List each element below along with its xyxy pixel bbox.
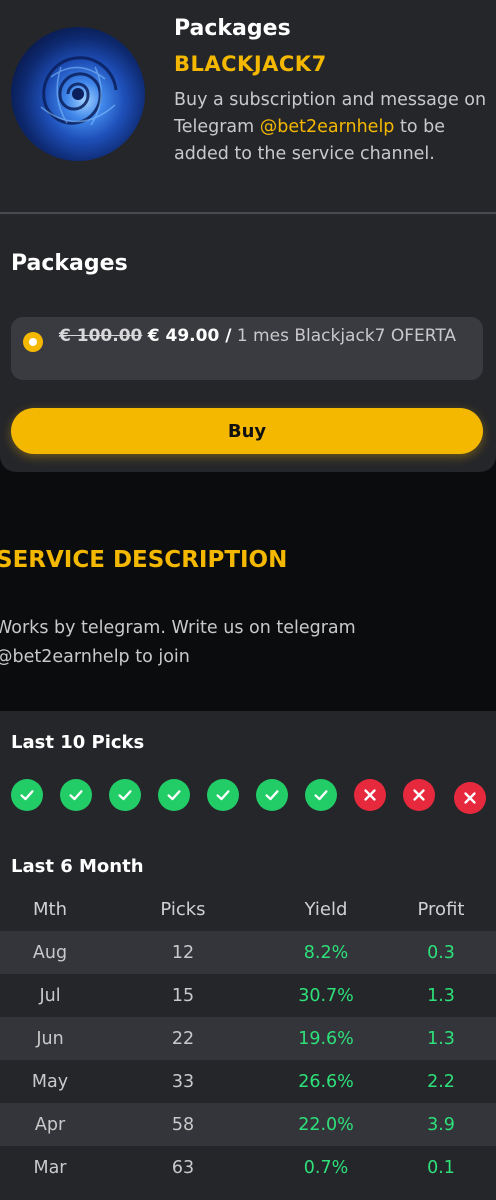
cell-yield: 22.0% bbox=[266, 1103, 386, 1146]
service-code: BLACKJACK7 bbox=[174, 52, 327, 76]
pick-loss-icon bbox=[354, 779, 386, 811]
cell-picks: 22 bbox=[100, 1017, 266, 1060]
header-description: Buy a subscription and message on Telegr… bbox=[174, 87, 490, 168]
table-row: May 33 26.6% 2.2 bbox=[0, 1060, 496, 1103]
cell-picks: 63 bbox=[171, 1157, 195, 1178]
pick-loss-icon bbox=[403, 779, 435, 811]
telegram-handle-link[interactable]: @bet2earnhelp bbox=[260, 117, 395, 137]
cell-yield: 19.6% bbox=[266, 1017, 386, 1060]
stats-card: Last 10 Picks Last 6 Month Mth Picks Yie… bbox=[0, 711, 496, 1200]
blue-rose-image bbox=[40, 56, 118, 126]
header-yield: Yield bbox=[304, 898, 348, 920]
table-row: Aug 12 8.2% 0.3 bbox=[0, 931, 496, 974]
packages-card: Packages € 100.00 € 49.00 / 1 mes Blackj… bbox=[0, 214, 496, 472]
table-row: Jun 22 19.6% 1.3 bbox=[0, 1017, 496, 1060]
cell-profit: 1.3 bbox=[386, 1017, 496, 1060]
last-picks-title: Last 10 Picks bbox=[11, 732, 145, 753]
cell-mth: Aug bbox=[0, 931, 100, 974]
cell-profit: 0.3 bbox=[386, 931, 496, 974]
buy-button[interactable]: Buy bbox=[11, 408, 483, 454]
service-header: Packages BLACKJACK7 Buy a subscription a… bbox=[0, 0, 496, 212]
cell-yield: 8.2% bbox=[266, 931, 386, 974]
table-row: Jul 15 30.7% 1.3 bbox=[0, 974, 496, 1017]
cell-mth: Apr bbox=[0, 1103, 100, 1146]
pick-win-icon bbox=[256, 779, 288, 811]
package-option-text: € 100.00 € 49.00 / 1 mes Blackjack7 OFER… bbox=[59, 324, 469, 349]
table-header-row: Mth Picks Yield Profit bbox=[0, 887, 496, 931]
pick-win-icon bbox=[11, 779, 43, 811]
cell-yield: 0.7% bbox=[303, 1157, 349, 1178]
cell-yield: 26.6% bbox=[298, 1071, 354, 1092]
monthly-stats-table: Mth Picks Yield Profit Aug 12 8.2% 0.3 J… bbox=[0, 887, 496, 1189]
pick-win-icon bbox=[207, 779, 239, 811]
cell-profit: 1.3 bbox=[427, 985, 455, 1006]
old-price: € 100.00 bbox=[59, 326, 143, 346]
pick-win-icon bbox=[158, 779, 190, 811]
packages-title: Packages bbox=[11, 251, 128, 276]
cell-profit: 3.9 bbox=[386, 1103, 496, 1146]
cell-mth: Jul bbox=[39, 985, 61, 1006]
cell-picks: 12 bbox=[100, 931, 266, 974]
package-radio-selected[interactable] bbox=[23, 332, 43, 352]
last-months-title: Last 6 Month bbox=[11, 856, 144, 877]
package-description: 1 mes Blackjack7 OFERTA bbox=[231, 326, 457, 346]
table-row: Mar 63 0.7% 0.1 bbox=[0, 1146, 496, 1189]
table-row: Apr 58 22.0% 3.9 bbox=[0, 1103, 496, 1146]
header-picks: Picks bbox=[160, 898, 206, 920]
cell-profit: 0.1 bbox=[427, 1157, 455, 1178]
pick-win-icon bbox=[60, 779, 92, 811]
cell-profit: 2.2 bbox=[427, 1071, 455, 1092]
page: Packages BLACKJACK7 Buy a subscription a… bbox=[0, 0, 496, 1200]
cell-mth: May bbox=[31, 1071, 69, 1092]
pick-win-icon bbox=[305, 779, 337, 811]
service-description-text: Works by telegram. Write us on telegram … bbox=[0, 618, 356, 667]
cell-picks: 58 bbox=[100, 1103, 266, 1146]
header-profit: Profit bbox=[417, 898, 465, 920]
service-description-title: SERVICE DESCRIPTION bbox=[0, 547, 288, 573]
cell-picks: 33 bbox=[171, 1071, 195, 1092]
cell-mth: Mar bbox=[33, 1157, 67, 1178]
cell-picks: 15 bbox=[171, 985, 195, 1006]
package-option[interactable]: € 100.00 € 49.00 / 1 mes Blackjack7 OFER… bbox=[11, 317, 483, 380]
pick-loss-icon bbox=[454, 782, 486, 814]
last-picks-row bbox=[11, 779, 491, 814]
header-mth: Mth bbox=[33, 898, 67, 920]
avatar bbox=[11, 27, 145, 161]
cell-mth: Jun bbox=[0, 1017, 100, 1060]
pick-win-icon bbox=[109, 779, 141, 811]
cell-yield: 30.7% bbox=[298, 985, 354, 1006]
new-price: € 49.00 / bbox=[147, 326, 232, 346]
header-title: Packages bbox=[174, 16, 291, 41]
